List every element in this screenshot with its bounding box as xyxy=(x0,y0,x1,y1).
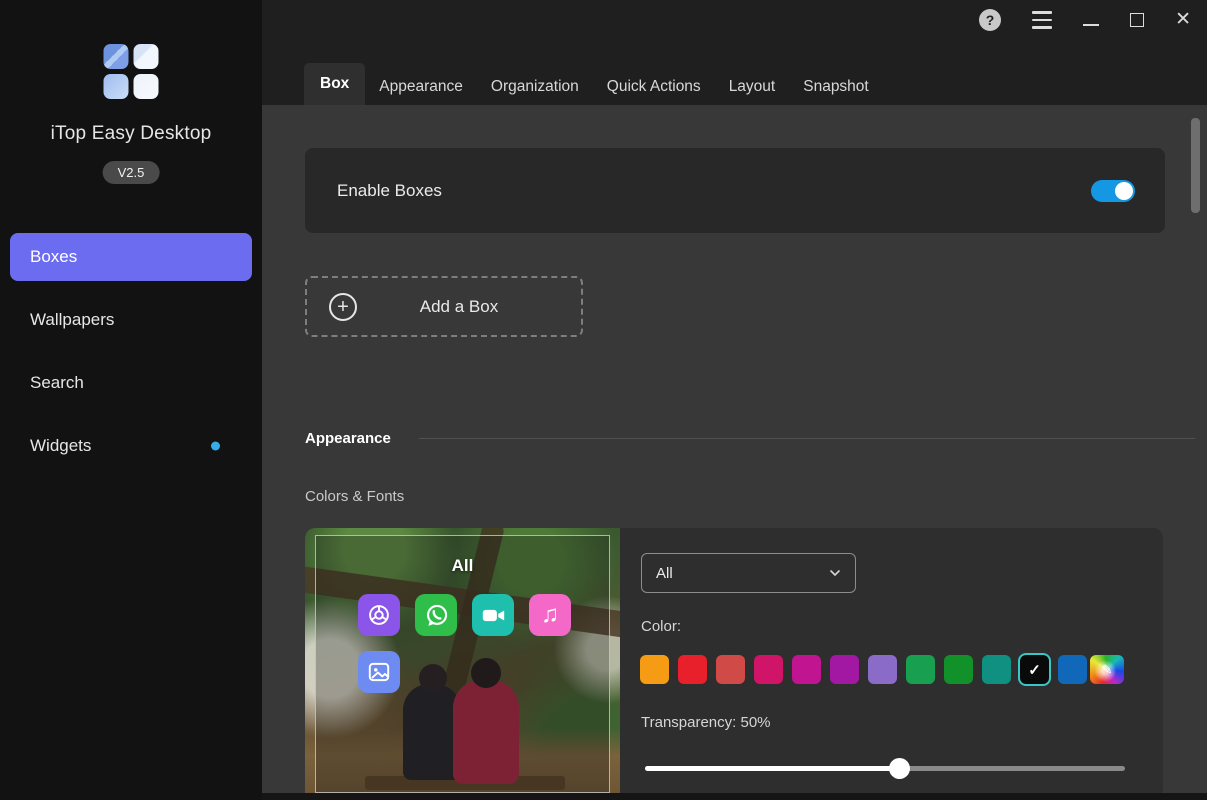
help-icon[interactable]: ? xyxy=(979,9,1001,31)
color-swatch-6[interactable] xyxy=(868,655,897,684)
minimize-icon[interactable] xyxy=(1083,24,1099,26)
enable-boxes-label: Enable Boxes xyxy=(337,181,442,201)
sidebar-item-boxes[interactable]: Boxes xyxy=(10,233,252,281)
sidebar-item-label: Boxes xyxy=(30,247,77,267)
enable-boxes-card: Enable Boxes xyxy=(305,148,1165,233)
sidebar-item-widgets[interactable]: Widgets xyxy=(10,422,252,470)
box-overlay: All xyxy=(315,535,610,793)
sidebar-item-search[interactable]: Search xyxy=(10,359,252,407)
browser-icon[interactable] xyxy=(358,594,400,636)
sidebar-item-wallpapers[interactable]: Wallpapers xyxy=(10,296,252,344)
custom-color-picker[interactable]: ✎ xyxy=(1090,655,1124,684)
notification-dot xyxy=(211,442,220,451)
color-swatch-7[interactable] xyxy=(906,655,935,684)
sidebar: iTop Easy Desktop V2.5 Boxes Wallpapers … xyxy=(0,0,262,800)
tab-appearance[interactable]: Appearance xyxy=(365,68,477,105)
main-content: Enable Boxes + Add a Box Appearance Colo… xyxy=(262,105,1207,800)
menu-icon[interactable] xyxy=(1032,9,1052,30)
tab-organization[interactable]: Organization xyxy=(477,68,593,105)
colors-fonts-card: All xyxy=(305,528,1163,798)
color-swatch-3[interactable] xyxy=(754,655,783,684)
box-group-select[interactable]: All xyxy=(641,553,856,593)
video-camera-icon[interactable] xyxy=(472,594,514,636)
color-swatch-8[interactable] xyxy=(944,655,973,684)
tab-quick-actions[interactable]: Quick Actions xyxy=(593,68,715,105)
app-logo-icon xyxy=(104,44,159,99)
version-badge: V2.5 xyxy=(103,161,160,184)
color-swatch-5[interactable] xyxy=(830,655,859,684)
app-title: iTop Easy Desktop xyxy=(0,123,262,145)
tab-layout[interactable]: Layout xyxy=(715,68,790,105)
color-swatch-selected[interactable]: ✓ xyxy=(1020,655,1049,684)
box-preview-image: All xyxy=(305,528,620,798)
vertical-scrollbar[interactable] xyxy=(1191,118,1200,213)
maximize-icon[interactable] xyxy=(1130,13,1144,27)
whatsapp-icon[interactable] xyxy=(415,594,457,636)
close-icon[interactable]: ✕ xyxy=(1175,9,1191,31)
slider-fill xyxy=(645,766,899,771)
transparency-slider[interactable] xyxy=(645,758,1125,778)
color-swatch-4[interactable] xyxy=(792,655,821,684)
titlebar: ? ✕ Box Appearance Organization Quick Ac… xyxy=(262,0,1207,105)
transparency-label: Transparency: 50% xyxy=(641,714,771,731)
section-title: Appearance xyxy=(305,430,391,447)
window-controls: ? ✕ xyxy=(979,9,1191,31)
sidebar-item-label: Search xyxy=(30,373,84,393)
tab-bar: Box Appearance Organization Quick Action… xyxy=(304,63,883,105)
color-swatch-1[interactable] xyxy=(678,655,707,684)
transparency-value: 50% xyxy=(741,714,771,731)
sidebar-item-label: Wallpapers xyxy=(30,310,114,330)
tab-snapshot[interactable]: Snapshot xyxy=(789,68,883,105)
window-bottom-edge xyxy=(262,793,1207,800)
color-swatch-2[interactable] xyxy=(716,655,745,684)
colors-fonts-label: Colors & Fonts xyxy=(305,488,404,505)
box-icon-grid: ♫ xyxy=(358,594,571,693)
section-divider xyxy=(419,438,1195,439)
select-value: All xyxy=(656,565,673,582)
color-swatch-11[interactable] xyxy=(1058,655,1087,684)
pencil-icon: ✎ xyxy=(1102,662,1113,678)
color-label: Color: xyxy=(641,618,681,635)
app-window: iTop Easy Desktop V2.5 Boxes Wallpapers … xyxy=(0,0,1207,800)
color-swatch-0[interactable] xyxy=(640,655,669,684)
box-title: All xyxy=(316,556,609,576)
enable-boxes-toggle[interactable] xyxy=(1091,180,1135,202)
appearance-section-header: Appearance xyxy=(305,430,1195,447)
music-glyph: ♫ xyxy=(541,601,559,629)
sidebar-nav: Boxes Wallpapers Search Widgets xyxy=(10,233,252,485)
sidebar-item-label: Widgets xyxy=(30,436,91,456)
chevron-down-icon xyxy=(827,565,843,581)
tab-box[interactable]: Box xyxy=(304,63,365,105)
color-swatch-9[interactable] xyxy=(982,655,1011,684)
color-swatches: ✓ ✎ xyxy=(640,655,1124,684)
photos-icon[interactable] xyxy=(358,651,400,693)
music-note-icon[interactable]: ♫ xyxy=(529,594,571,636)
add-box-button[interactable]: + Add a Box xyxy=(305,276,583,337)
plus-icon: + xyxy=(329,293,357,321)
slider-thumb[interactable] xyxy=(889,758,910,779)
